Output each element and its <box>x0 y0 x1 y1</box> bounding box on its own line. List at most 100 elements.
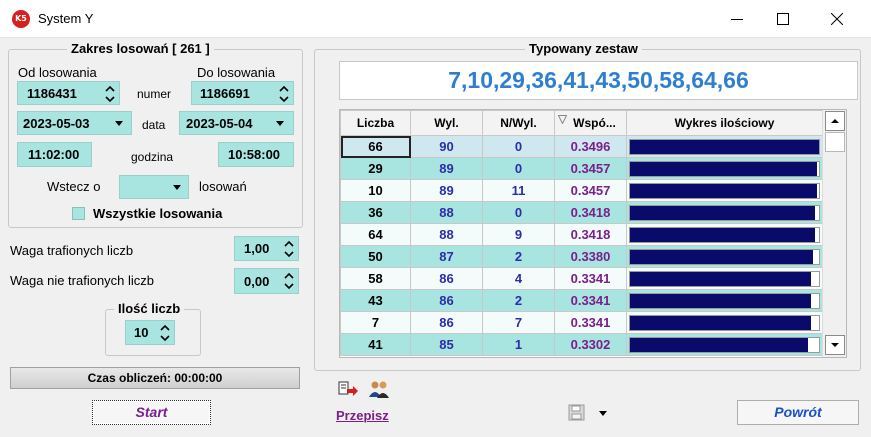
scroll-down-button[interactable] <box>825 335 845 355</box>
table-row[interactable]: 43 86 2 0.3341 <box>340 289 823 312</box>
cell-not-drawn: 7 <box>482 311 555 334</box>
cell-not-drawn: 0 <box>482 201 555 224</box>
maximize-button[interactable] <box>760 0 806 38</box>
cell-chart <box>626 267 823 290</box>
number-label: numer <box>137 87 172 101</box>
column-header-number[interactable]: Liczba <box>340 110 411 136</box>
sort-indicator-icon <box>558 115 567 124</box>
hit-weight-field[interactable]: 1,00 <box>234 236 299 261</box>
count-field[interactable]: 10 <box>125 320 175 345</box>
to-number-field[interactable]: 1186691 <box>191 81 294 105</box>
scroll-up-button[interactable] <box>825 111 845 131</box>
chart-bar-track <box>629 226 820 243</box>
column-header-drawn[interactable]: Wyl. <box>410 110 483 136</box>
cell-number: 29 <box>340 157 411 180</box>
miss-weight-field[interactable]: 0,00 <box>234 268 299 294</box>
close-icon <box>831 13 843 25</box>
from-time-field[interactable]: 11:02:00 <box>17 142 92 167</box>
from-number-field[interactable]: 1186431 <box>17 81 120 105</box>
column-header-not-drawn[interactable]: N/Wyl. <box>482 110 555 136</box>
back-by-select[interactable] <box>119 175 189 199</box>
table-row[interactable]: 10 89 11 0.3457 <box>340 179 823 202</box>
cell-not-drawn: 2 <box>482 245 555 268</box>
start-button[interactable]: Start <box>92 400 211 425</box>
back-button[interactable]: Powrót <box>737 400 859 425</box>
cell-coefficient: 0.3457 <box>554 179 627 202</box>
chart-bar <box>630 315 811 330</box>
cell-not-drawn: 9 <box>482 223 555 246</box>
copy-to-icon[interactable] <box>337 380 359 400</box>
miss-weight-label: Waga nie trafionych liczb <box>10 273 155 288</box>
table-row[interactable]: 66 90 0 0.3496 <box>340 135 823 158</box>
spinner-icon[interactable] <box>279 85 289 103</box>
cell-number: 58 <box>340 267 411 290</box>
table-scrollbar[interactable] <box>822 110 846 357</box>
table-header-row: Liczba Wyl. N/Wyl. Wspó... Wykres ilości… <box>340 110 823 136</box>
chart-bar-track <box>629 336 820 353</box>
copy-button-label: Przepisz <box>336 408 389 423</box>
chart-bar-track <box>629 160 820 177</box>
cell-drawn: 87 <box>410 245 483 268</box>
minimize-icon <box>731 19 743 20</box>
back-by-label: Wstecz o <box>47 179 101 194</box>
spinner-icon[interactable] <box>160 324 170 342</box>
column-header-chart[interactable]: Wykres ilościowy <box>626 110 823 136</box>
copy-button[interactable]: Przepisz <box>336 408 389 423</box>
miss-weight-value: 0,00 <box>244 273 270 289</box>
floppy-disk-icon[interactable] <box>568 404 586 422</box>
table-row[interactable]: 7 86 7 0.3341 <box>340 311 823 334</box>
users-icon[interactable] <box>368 379 390 401</box>
to-time-field[interactable]: 10:58:00 <box>218 142 294 167</box>
all-draws-label[interactable]: Wszystkie losowania <box>93 206 222 221</box>
spinner-icon[interactable] <box>284 240 294 258</box>
cell-drawn: 90 <box>410 135 483 158</box>
scroll-thumb[interactable] <box>825 132 845 152</box>
from-draw-label: Od losowania <box>18 65 97 80</box>
table-row[interactable]: 58 86 4 0.3341 <box>340 267 823 290</box>
from-date-field[interactable]: 2023-05-03 <box>17 111 132 135</box>
results-table[interactable]: Liczba Wyl. N/Wyl. Wspó... Wykres ilości… <box>339 109 847 358</box>
chart-bar-track <box>629 314 820 331</box>
time-label: godzina <box>131 150 174 164</box>
chevron-down-icon[interactable] <box>276 121 284 126</box>
cell-not-drawn: 4 <box>482 267 555 290</box>
cell-not-drawn: 0 <box>482 157 555 180</box>
cell-coefficient: 0.3418 <box>554 201 627 224</box>
table-row[interactable]: 64 88 9 0.3418 <box>340 223 823 246</box>
cell-not-drawn: 0 <box>482 135 555 158</box>
cell-chart <box>626 201 823 224</box>
chevron-down-icon[interactable] <box>173 185 181 190</box>
chart-bar <box>630 227 815 242</box>
app-logo-icon: K5 <box>12 10 30 28</box>
table-row[interactable]: 29 89 0 0.3457 <box>340 157 823 180</box>
from-time-value: 11:02:00 <box>28 147 80 162</box>
spinner-icon[interactable] <box>105 85 115 103</box>
table-row[interactable]: 36 88 0 0.3418 <box>340 201 823 224</box>
chart-bar-track <box>629 248 820 265</box>
column-header-coefficient[interactable]: Wspó... <box>554 110 627 136</box>
cell-number: 36 <box>340 201 411 224</box>
title-bar: K5 System Y <box>0 0 871 38</box>
all-draws-checkbox[interactable] <box>72 207 85 220</box>
chevron-down-icon[interactable] <box>599 411 607 416</box>
cell-coefficient: 0.3302 <box>554 333 627 356</box>
cell-drawn: 86 <box>410 289 483 312</box>
cell-drawn: 89 <box>410 157 483 180</box>
chart-bar-track <box>629 138 820 155</box>
cell-number: 10 <box>340 179 411 202</box>
close-button[interactable] <box>814 0 860 38</box>
table-row[interactable]: 50 87 2 0.3380 <box>340 245 823 268</box>
hit-weight-value: 1,00 <box>244 241 270 256</box>
to-date-field[interactable]: 2023-05-04 <box>179 111 294 135</box>
cell-chart <box>626 289 823 312</box>
column-header-coefficient-label: Wspó... <box>573 116 616 130</box>
spinner-icon[interactable] <box>284 272 294 290</box>
chevron-down-icon[interactable] <box>115 121 123 126</box>
cell-chart <box>626 157 823 180</box>
cell-chart <box>626 179 823 202</box>
minimize-button[interactable] <box>714 0 760 38</box>
from-number-value: 1186431 <box>27 85 77 101</box>
to-number-value: 1186691 <box>200 85 250 101</box>
table-row[interactable]: 41 85 1 0.3302 <box>340 333 823 356</box>
chart-bar <box>630 183 817 198</box>
